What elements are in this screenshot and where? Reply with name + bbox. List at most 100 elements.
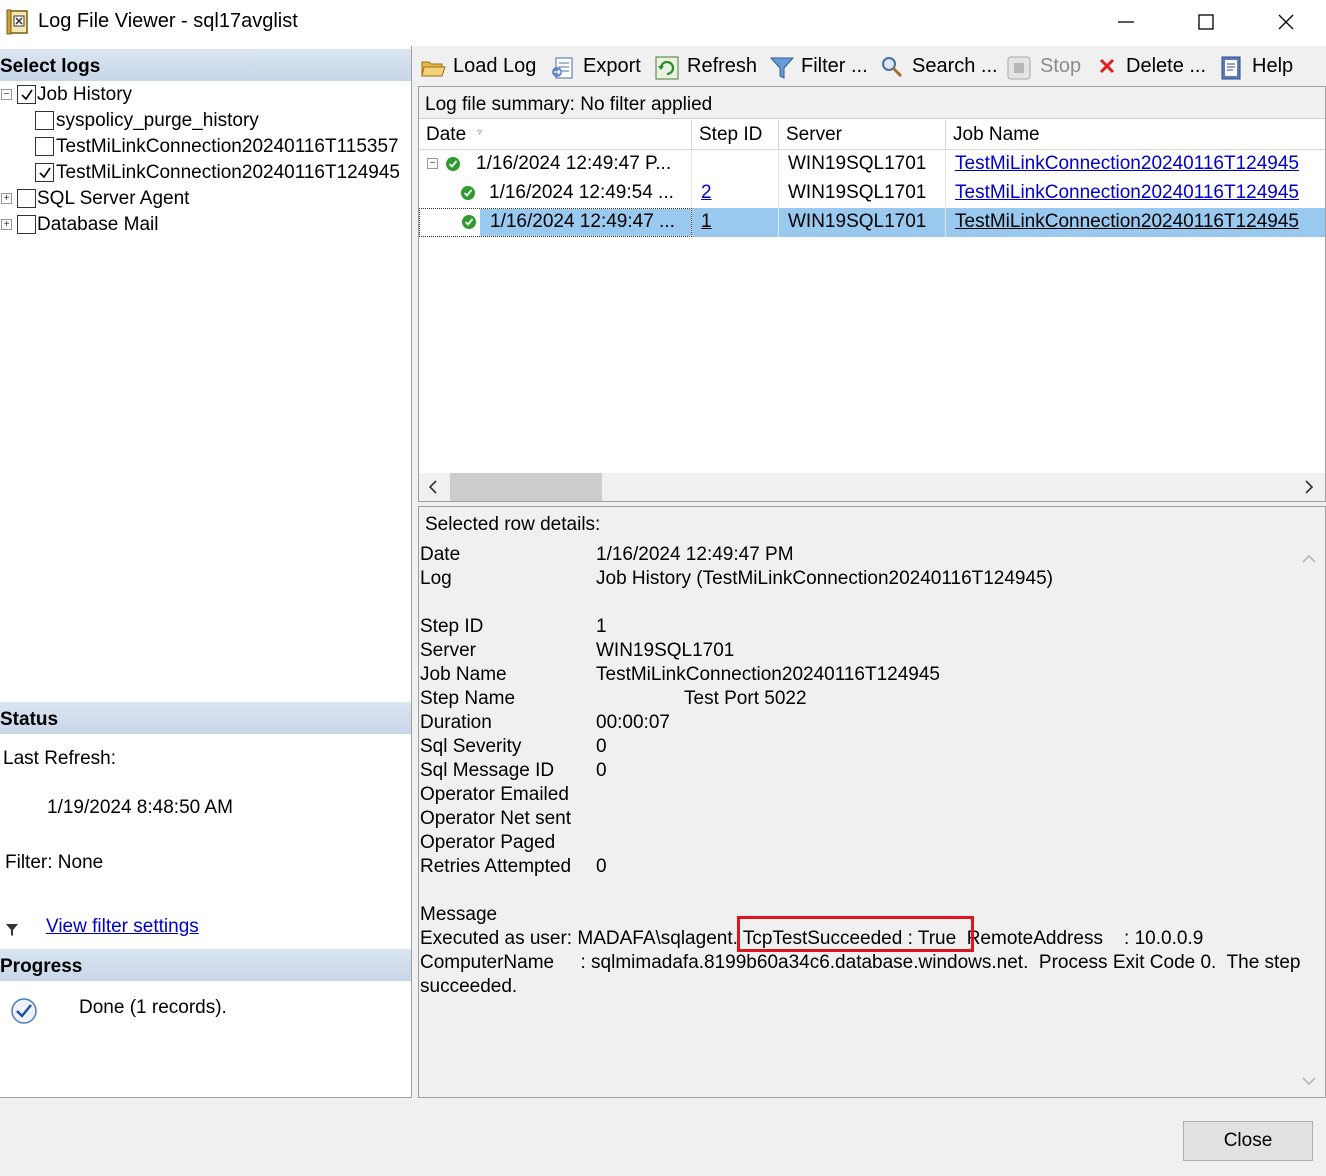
expand-icon[interactable]: + [1,193,12,204]
detail-value-job-name: TestMiLinkConnection20240116T124945 [596,664,941,685]
detail-label-step-name: Step Name [420,688,516,709]
delete-icon [1099,58,1115,74]
load-log-button[interactable]: Load Log [420,52,540,82]
stop-icon [1007,56,1031,80]
last-refresh-value: 1/19/2024 8:48:50 AM [47,797,233,818]
highlight-box [737,916,974,952]
last-refresh-label: Last Refresh: [3,748,116,769]
detail-value-sql-severity: 0 [596,736,607,757]
export-icon [552,57,573,79]
column-header-server[interactable]: Server [779,120,946,150]
detail-label-sql-message-id: Sql Message ID [420,760,555,781]
checkmark-icon [21,89,33,101]
window-title: Log File Viewer - sql17avglist [38,10,298,32]
minimize-button[interactable] [1086,0,1166,44]
filter-button[interactable]: Filter ... [769,52,869,82]
expand-icon[interactable]: + [1,219,12,230]
progress-text: Done (1 records). [79,997,227,1018]
message-line-2: ComputerName : sqlmimadafa.8199b60a34c6.… [420,952,1301,973]
collapse-icon[interactable]: − [1,89,12,100]
detail-label-operator-net-sent: Operator Net sent [420,808,572,829]
tree-item-label: TestMiLinkConnection20240116T124945 [56,162,401,183]
scroll-down-icon[interactable] [1302,1073,1316,1091]
done-check-icon [10,997,38,1030]
maximize-icon [1198,14,1214,30]
details-header: Selected row details: [425,514,601,535]
tree-item-label: Job History [37,84,133,105]
detail-label-date: Date [420,544,461,565]
cell-server: WIN19SQL1701 [779,179,946,208]
detail-label-job-name: Job Name [420,664,507,685]
cell-date: 1/16/2024 12:49:47 ... [419,208,692,237]
detail-value-server: WIN19SQL1701 [596,640,735,661]
detail-value-log: Job History (TestMiLinkConnection2024011… [596,568,1053,589]
close-window-button[interactable] [1246,0,1326,44]
refresh-icon [655,56,679,80]
checkbox-syspolicy[interactable] [35,111,54,130]
success-icon [461,186,475,200]
success-icon [446,157,460,171]
cell-job-name-link[interactable]: TestMiLinkConnection20240116T124945 [946,150,1325,179]
filter-status: Filter: None [5,852,104,873]
log-grid: Log file summary: No filter applied Date… [418,86,1326,502]
checkbox-testmilink-124945[interactable] [35,163,54,182]
export-button[interactable]: Export [550,52,642,82]
detail-label-server: Server [420,640,476,661]
cell-step-id-link[interactable]: 1 [692,208,779,237]
tree-item-label: SQL Server Agent [37,188,190,209]
detail-value-sql-message-id: 0 [596,760,607,781]
table-row[interactable]: 1/16/2024 12:49:54 ... 2 WIN19SQL1701 Te… [419,179,1325,208]
delete-button[interactable]: Delete ... [1096,52,1208,82]
log-viewer-icon [6,9,32,35]
close-button[interactable]: Close [1183,1121,1313,1161]
detail-label-retries-attempted: Retries Attempted [420,856,572,877]
collapse-icon[interactable]: − [427,158,438,169]
sort-indicator-icon: ▿ [477,127,483,138]
scroll-right-icon[interactable] [1303,480,1315,499]
tree-item-label: syspolicy_purge_history [56,110,259,131]
vertical-scrollbar[interactable] [1291,537,1325,1097]
success-icon [462,215,476,229]
detail-label-message: Message [420,904,498,925]
tree-item-label: Database Mail [37,214,159,235]
detail-label-log: Log [420,568,452,589]
checkbox-job-history[interactable] [17,85,36,104]
cell-server: WIN19SQL1701 [779,150,946,179]
cell-date: 1/16/2024 12:49:54 ... [419,179,692,208]
help-book-icon [1221,56,1241,80]
detail-label-sql-severity: Sql Severity [420,736,522,757]
detail-value-date: 1/16/2024 12:49:47 PM [596,544,794,565]
cell-step-id [692,150,779,179]
row-details-panel: Selected row details: Date 1/16/2024 12:… [418,506,1326,1098]
checkbox-testmilink-115357[interactable] [35,137,54,156]
horizontal-scrollbar[interactable] [419,473,1325,501]
detail-value-step-name: Test Port 5022 [684,688,807,709]
help-button[interactable]: Help [1218,52,1300,82]
stop-button[interactable]: Stop [1006,52,1084,82]
status-header: Status [0,702,411,734]
scroll-left-icon[interactable] [427,480,439,499]
search-button[interactable]: Search ... [880,52,998,82]
cell-server: WIN19SQL1701 [779,208,946,237]
cell-step-id-link[interactable]: 2 [692,179,779,208]
refresh-button[interactable]: Refresh [654,52,760,82]
maximize-button[interactable] [1166,0,1246,44]
checkbox-database-mail[interactable] [17,215,36,234]
detail-value-step-id: 1 [596,616,607,637]
column-header-step-id[interactable]: Step ID [692,120,779,150]
detail-value-duration: 00:00:07 [596,712,670,733]
scroll-thumb[interactable] [450,473,602,501]
cell-job-name-link[interactable]: TestMiLinkConnection20240116T124945 [946,208,1325,237]
table-row[interactable]: − 1/16/2024 12:49:47 P... WIN19SQL1701 T… [419,150,1325,179]
column-header-date[interactable]: Date ▿ [419,120,692,150]
detail-value-retries-attempted: 0 [596,856,607,877]
checkbox-sql-server-agent[interactable] [17,189,36,208]
log-summary: Log file summary: No filter applied [419,87,1325,119]
column-header-job-name[interactable]: Job Name [946,120,1325,150]
progress-header: Progress [0,949,411,981]
cell-job-name-link[interactable]: TestMiLinkConnection20240116T124945 [946,179,1325,208]
scroll-up-icon[interactable] [1302,551,1316,569]
message-line-3: succeeded. [420,976,518,997]
view-filter-settings-link[interactable]: View filter settings [46,916,199,938]
table-row-selected[interactable]: 1/16/2024 12:49:47 ... 1 WIN19SQL1701 Te… [419,208,1325,237]
